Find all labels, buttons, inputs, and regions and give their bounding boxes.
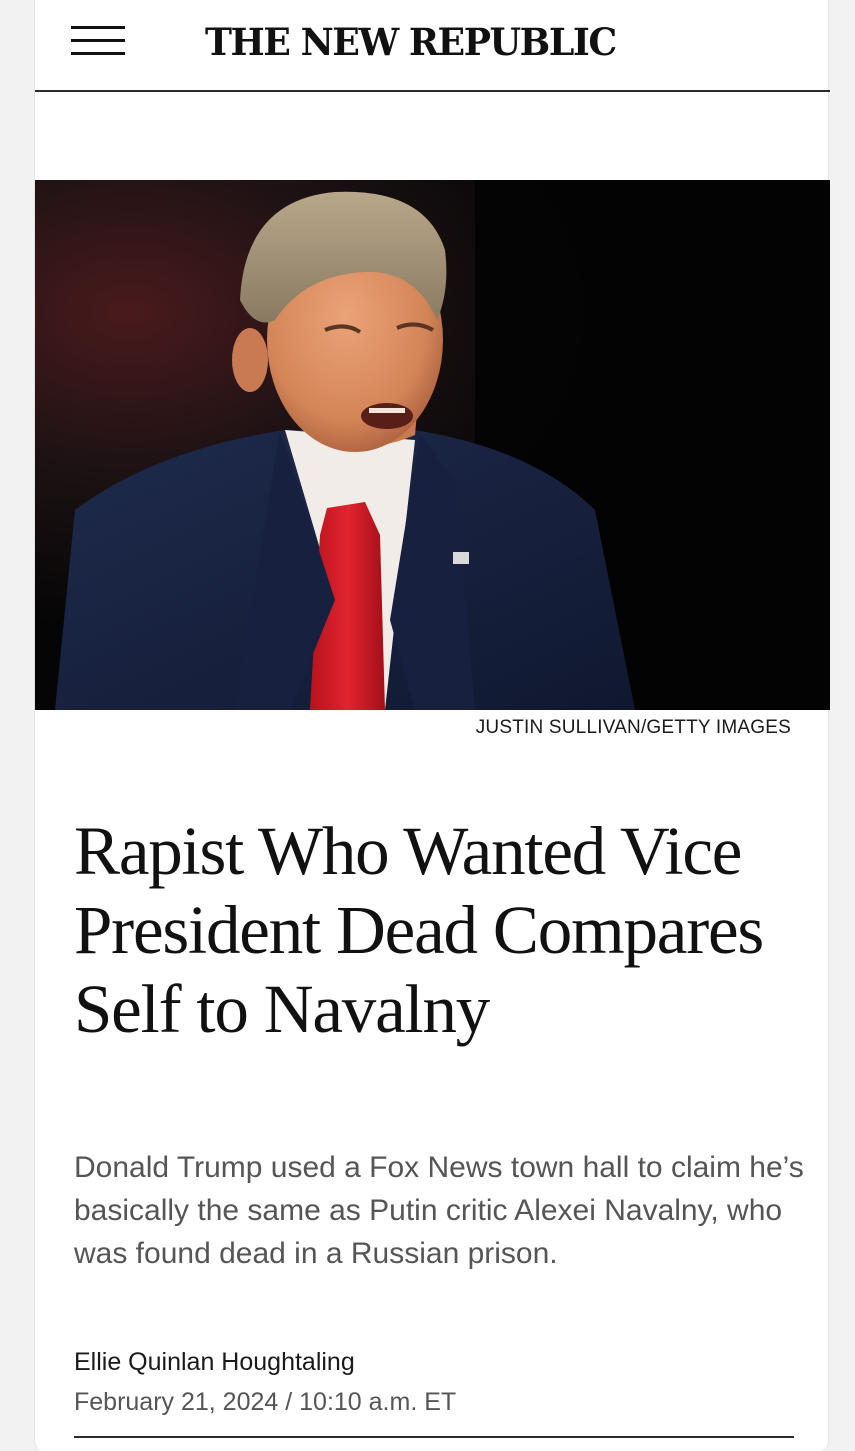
photo-credit: JUSTIN SULLIVAN/GETTY IMAGES [475, 717, 791, 738]
hero-image [35, 180, 830, 710]
article-headline: Rapist Who Wanted Vice President Dead Co… [74, 813, 764, 1047]
hamburger-menu-icon[interactable] [71, 26, 125, 58]
site-logo[interactable]: THE NEW REPUBLIC [205, 20, 617, 64]
site-header: THE NEW REPUBLIC [35, 0, 830, 92]
article-dek: Donald Trump used a Fox News town hall t… [74, 1151, 804, 1270]
article-page: THE NEW REPUBLIC JUSTIN SULLIVAN/GETTY I… [34, 0, 830, 1451]
publish-date: February 21, 2024 / 10:10 a.m. ET [74, 1388, 457, 1416]
author-link[interactable]: Ellie Quinlan Houghtaling [74, 1348, 355, 1377]
divider [74, 1436, 794, 1438]
